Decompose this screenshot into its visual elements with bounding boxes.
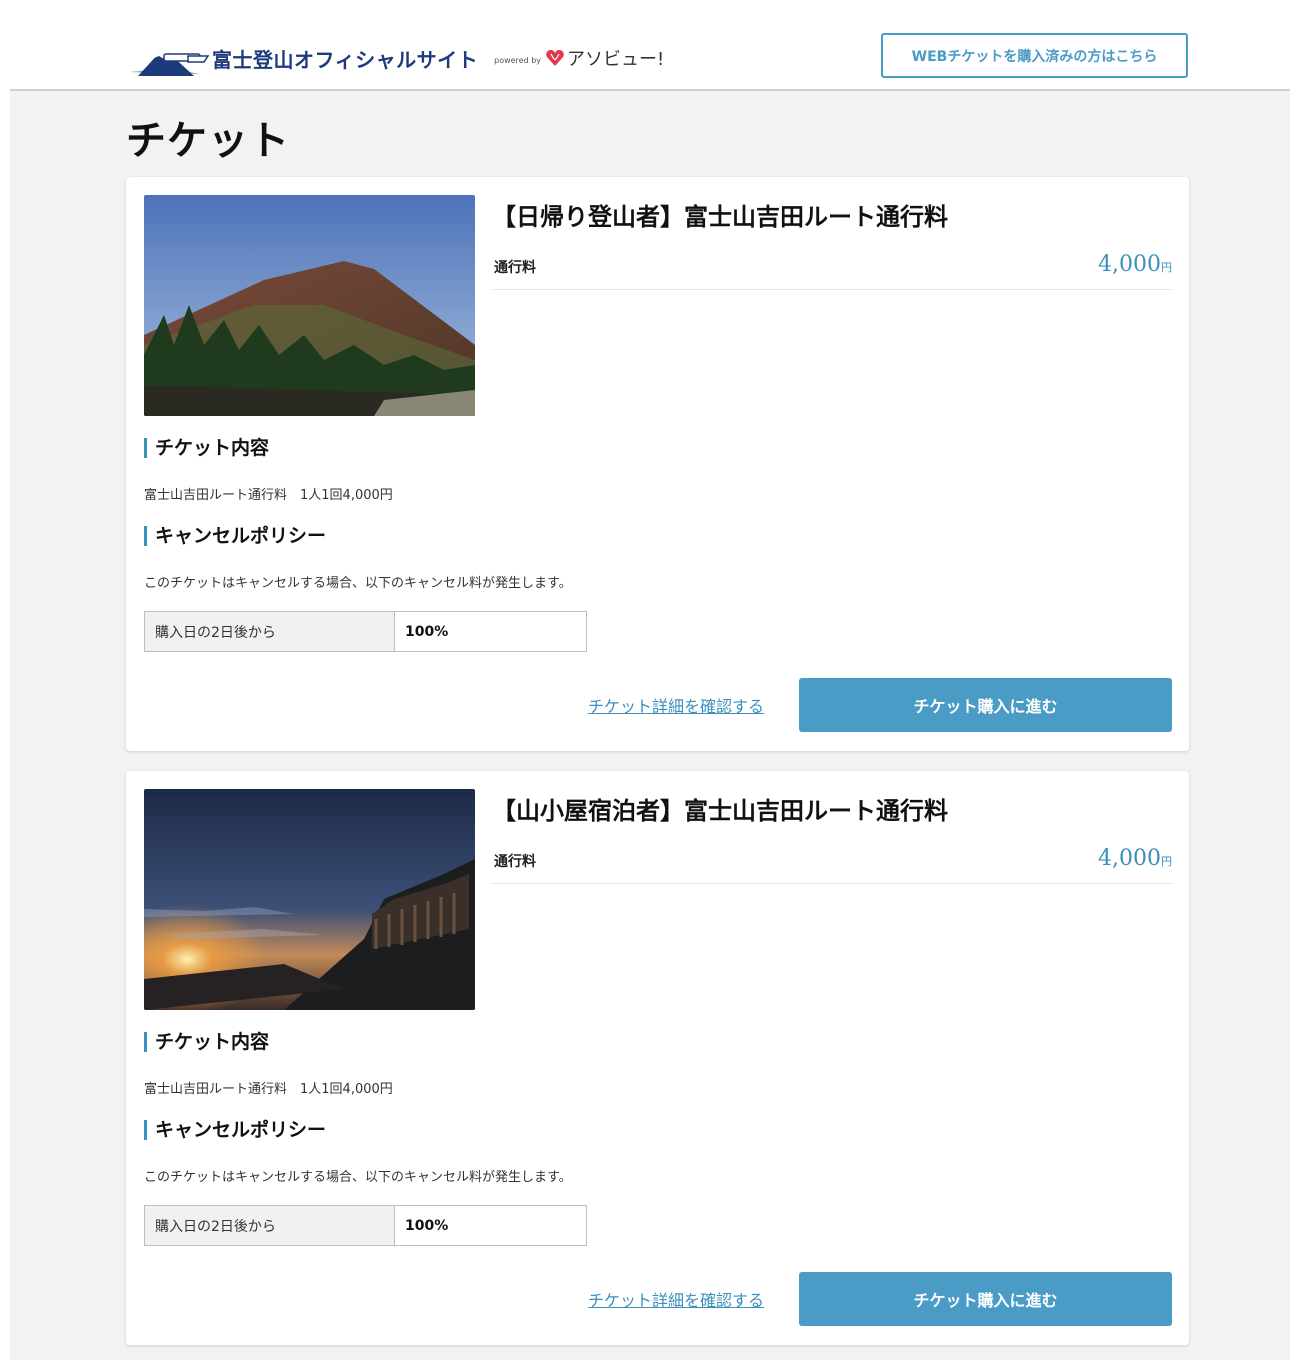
ticket-detail-link[interactable]: チケット詳細を確認する xyxy=(588,1287,764,1311)
cancel-policy-heading: キャンセルポリシー xyxy=(144,526,326,546)
cancel-policy-heading: キャンセルポリシー xyxy=(144,1120,326,1140)
cancel-policy-table: 購入日の2日後から 100% xyxy=(144,611,587,652)
divider xyxy=(492,883,1172,884)
mountain-logo-icon xyxy=(130,52,210,76)
site-title: 富士登山オフィシャルサイト xyxy=(212,47,479,72)
fee-label: 通行料 xyxy=(494,854,536,870)
ticket-title: 【日帰り登山者】富士山吉田ルート通行料 xyxy=(492,203,948,231)
cancel-policy-table: 購入日の2日後から 100% xyxy=(144,1205,587,1246)
ticket-photo xyxy=(144,195,475,416)
cancel-row-label: 購入日の2日後から xyxy=(145,1206,395,1245)
cancel-row-value: 100% xyxy=(405,1217,449,1234)
fee-label: 通行料 xyxy=(494,260,536,276)
ticket-contents-text: 富士山吉田ルート通行料 1人1回4,000円 xyxy=(144,488,393,503)
site-logo[interactable]: 富士登山オフィシャルサイト powered by アソビュー! xyxy=(128,38,664,78)
site-header: 富士登山オフィシャルサイト powered by アソビュー! WEBチケットを… xyxy=(0,0,1300,90)
cancel-row-label: 購入日の2日後から xyxy=(145,612,395,651)
mountain-photo-image xyxy=(144,195,475,416)
fee-price: 4,000円 xyxy=(1098,846,1172,871)
purchased-ticket-button[interactable]: WEBチケットを購入済みの方はこちら xyxy=(881,33,1188,78)
ticket-title: 【山小屋宿泊者】富士山吉田ルート通行料 xyxy=(492,797,948,825)
powered-by-text: powered by xyxy=(494,55,542,65)
asoview-heart-icon xyxy=(546,50,564,66)
sunrise-photo-image xyxy=(144,789,475,1010)
cancel-policy-text: このチケットはキャンセルする場合、以下のキャンセル料が発生します。 xyxy=(144,1170,572,1185)
buy-ticket-button[interactable]: チケット購入に進む xyxy=(799,678,1172,732)
partner-name: アソビュー! xyxy=(567,49,665,70)
buy-ticket-button[interactable]: チケット購入に進む xyxy=(799,1272,1172,1326)
ticket-card: 【山小屋宿泊者】富士山吉田ルート通行料 通行料 4,000円 チケット内容 富士… xyxy=(126,771,1189,1345)
currency-unit: 円 xyxy=(1161,261,1172,274)
page-title: チケット xyxy=(126,118,290,164)
ticket-contents-text: 富士山吉田ルート通行料 1人1回4,000円 xyxy=(144,1082,393,1097)
ticket-contents-heading: チケット内容 xyxy=(144,438,269,458)
fee-price: 4,000円 xyxy=(1098,252,1172,277)
ticket-photo xyxy=(144,789,475,1010)
cancel-row-value: 100% xyxy=(405,623,449,640)
divider xyxy=(492,289,1172,290)
ticket-contents-heading: チケット内容 xyxy=(144,1032,269,1052)
ticket-detail-link[interactable]: チケット詳細を確認する xyxy=(588,693,764,717)
ticket-card: 【日帰り登山者】富士山吉田ルート通行料 通行料 4,000円 チケット内容 富士… xyxy=(126,177,1189,751)
price-value: 4,000 xyxy=(1098,846,1161,871)
currency-unit: 円 xyxy=(1161,855,1172,868)
price-value: 4,000 xyxy=(1098,252,1161,277)
cancel-policy-text: このチケットはキャンセルする場合、以下のキャンセル料が発生します。 xyxy=(144,576,572,591)
